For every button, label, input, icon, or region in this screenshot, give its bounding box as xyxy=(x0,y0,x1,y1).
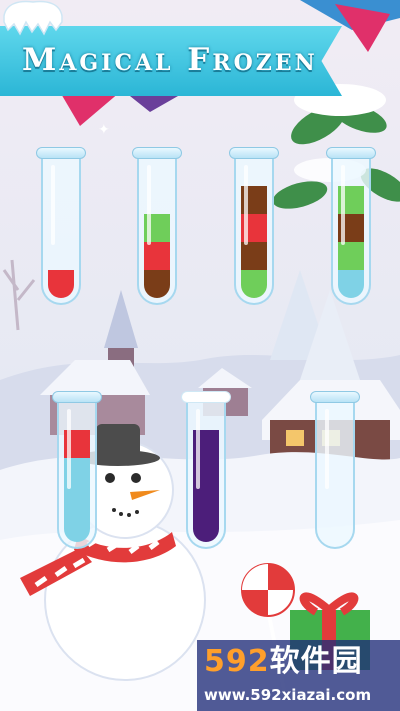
liquid-layer-red xyxy=(144,242,170,270)
watermark-brand-number: 592 xyxy=(204,644,270,679)
tube-rim xyxy=(52,391,102,403)
tube-shine xyxy=(147,165,151,245)
test-tube-2[interactable] xyxy=(132,147,182,305)
tube-rim xyxy=(181,391,231,403)
liquid-layer-blue xyxy=(64,514,90,542)
tube-glass xyxy=(234,153,274,305)
liquid-layer-purple xyxy=(193,486,219,514)
tube-glass xyxy=(137,153,177,305)
liquid-layer-green xyxy=(338,242,364,270)
game-title: Magical Frozen xyxy=(22,42,318,78)
tube-shine xyxy=(341,165,345,245)
frozen-ice-cap-icon xyxy=(3,0,63,36)
test-tube-4[interactable] xyxy=(326,147,376,305)
liquid-layer-red xyxy=(48,270,74,298)
tube-glass xyxy=(41,153,81,305)
tube-glass xyxy=(186,397,226,549)
svg-text:✦: ✦ xyxy=(98,122,110,138)
liquid-layer-blue xyxy=(64,486,90,514)
test-tube-6[interactable] xyxy=(181,391,231,549)
tube-rim xyxy=(326,147,376,159)
liquid-layer-blue xyxy=(338,270,364,298)
tube-glass xyxy=(315,397,355,549)
tube-shine xyxy=(325,409,329,489)
tube-rim xyxy=(229,147,279,159)
liquid-layer-brown xyxy=(241,242,267,270)
tube-shine xyxy=(244,165,248,245)
liquid-layer-green xyxy=(241,270,267,298)
liquid-layer-brown xyxy=(144,270,170,298)
tube-rim xyxy=(132,147,182,159)
watermark-url: www.592xiazai.com xyxy=(204,686,372,704)
liquid-layer-purple xyxy=(193,514,219,542)
test-tube-7[interactable] xyxy=(310,391,360,549)
test-tube-1[interactable] xyxy=(36,147,86,305)
tube-rim xyxy=(310,391,360,403)
watermark-brand-text: 软件园 xyxy=(269,644,363,679)
game-scene: ✦ Magical Frozen 592软件园 www.592xiazai.co… xyxy=(0,0,400,711)
tube-shine xyxy=(196,409,200,489)
watermark-brand: 592软件园 xyxy=(204,642,394,682)
test-tube-5[interactable] xyxy=(52,391,102,549)
tube-shine xyxy=(51,165,55,245)
winter-background: ✦ xyxy=(0,0,400,711)
tube-glass xyxy=(57,397,97,549)
tube-glass xyxy=(331,153,371,305)
tube-rim xyxy=(36,147,86,159)
tube-shine xyxy=(67,409,71,489)
test-tube-3[interactable] xyxy=(229,147,279,305)
